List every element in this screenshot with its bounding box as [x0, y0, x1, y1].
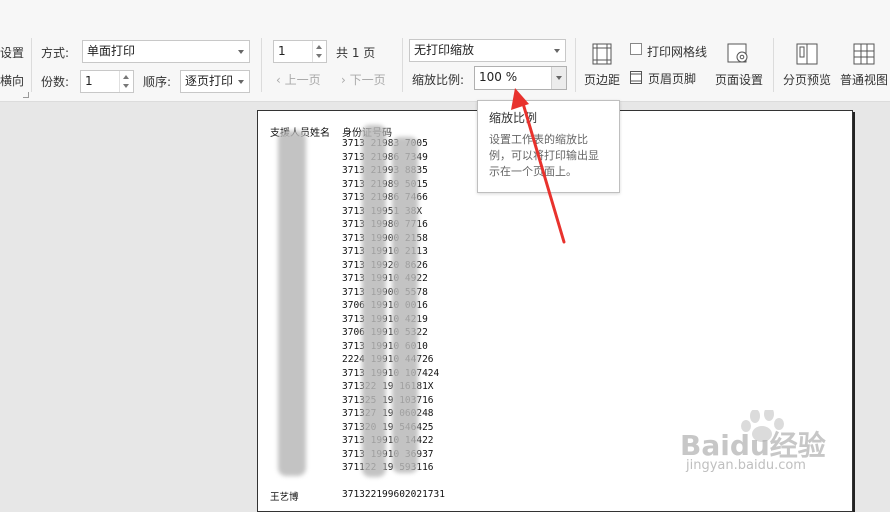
scale-ratio-tooltip: 缩放比例 设置工作表的缩放比 例，可以将打印输出显 示在一个页面上。 — [477, 100, 620, 193]
normal-view-label: 普通视图 — [839, 73, 888, 87]
prev-page-label: 上一页 — [284, 73, 321, 87]
id-number-cell: 2224 19910 44726 — [342, 354, 434, 365]
margins-label: 页边距 — [583, 73, 620, 87]
chevron-down-icon — [554, 49, 560, 53]
print-mode-label: 方式: — [41, 46, 70, 60]
print-mode-select[interactable]: 单面打印 — [82, 40, 250, 63]
header-footer-label: 页眉页脚 — [648, 72, 697, 86]
page-setup-gear-icon — [727, 43, 748, 63]
divider — [575, 38, 576, 92]
spinner-arrows-icon[interactable] — [312, 41, 326, 62]
scale-ratio-label: 缩放比例: — [412, 73, 465, 87]
divider — [402, 38, 403, 92]
baidu-jingyan-watermark: Baidu经验 jingyan.baidu.com — [680, 407, 880, 490]
spinner-arrows-icon[interactable] — [119, 71, 133, 92]
page-break-preview-button[interactable]: 分页预览 — [780, 43, 834, 88]
grid-icon — [853, 43, 875, 65]
id-number-cell: 3713 19910 107424 — [342, 367, 440, 379]
page-break-preview-label: 分页预览 — [782, 73, 831, 87]
id-number-cell: 371320 19 546425 — [342, 421, 434, 433]
print-gridlines-label[interactable]: 打印网格线 — [647, 43, 707, 60]
scaling-mode-value: 无打印缩放 — [414, 43, 475, 57]
id-number-cell: 371322 19 16181X — [342, 381, 434, 392]
chevron-right-icon: › — [341, 73, 346, 87]
tooltip-line: 设置工作表的缩放比 — [489, 133, 588, 146]
scale-ratio-value: 100 % — [479, 70, 518, 84]
page-break-preview-icon — [796, 43, 818, 65]
divider — [31, 38, 32, 92]
prev-page-button[interactable]: ‹ 上一页 — [276, 71, 321, 88]
tooltip-line: 例，可以将打印输出显 — [489, 149, 599, 162]
tooltip-title: 缩放比例 — [489, 111, 538, 125]
id-number-cell: 371325 19 103716 — [342, 394, 434, 406]
group-expand-corner-icon[interactable] — [23, 92, 29, 98]
id-number-cell: 371327 19 060248 — [342, 408, 434, 419]
normal-view-button[interactable]: 普通视图 — [838, 43, 890, 88]
scale-ratio-combobox[interactable]: 100 % — [474, 66, 567, 90]
divider — [261, 38, 262, 92]
chevron-left-icon: ‹ — [276, 73, 281, 87]
page-total-label: 共 1 页 — [336, 46, 376, 60]
page-setup-label: 页面设置 — [714, 73, 763, 87]
next-page-button[interactable]: › 下一页 — [341, 71, 386, 88]
copies-label: 份数: — [41, 75, 70, 89]
print-order-select[interactable]: 逐页打印 — [180, 70, 250, 93]
id-number-cell: 3713 19910 36937 — [342, 448, 434, 460]
scale-dropdown-button[interactable] — [551, 67, 566, 89]
bottom-row-name: 王艺博 — [270, 492, 299, 503]
bottom-row-id: 371322199602021731 — [342, 489, 445, 500]
watermark-url: jingyan.baidu.com — [686, 458, 806, 473]
chevron-down-icon — [556, 76, 562, 80]
page-number-stepper[interactable]: 1 — [273, 40, 327, 63]
print-gridlines-checkbox[interactable] — [630, 43, 642, 55]
cut-off-setting-label[interactable]: 设置 — [0, 44, 24, 61]
id-number-cell: 3713 19910 14422 — [342, 435, 434, 446]
copies-stepper[interactable]: 1 — [80, 70, 134, 93]
margins-button[interactable]: 页边距 — [582, 43, 622, 88]
margins-icon — [592, 43, 612, 65]
cut-off-orientation-label[interactable]: 横向 — [0, 72, 24, 89]
order-label: 顺序: — [143, 75, 172, 89]
redacted-ids-mosaic — [392, 137, 418, 473]
header-footer-icon — [630, 71, 642, 84]
copies-value: 1 — [85, 74, 93, 88]
print-preview-toolbar: 设置 横向 方式: 单面打印 份数: 1 顺序: 逐页打印 1 共 1 页 ‹ … — [0, 0, 890, 102]
id-number-cell: 371122 19 593116 — [342, 462, 434, 473]
chevron-down-icon — [238, 50, 244, 54]
chevron-down-icon — [238, 80, 244, 84]
redacted-names-mosaic — [278, 131, 306, 476]
next-page-label: 下一页 — [349, 73, 386, 87]
redacted-ids-mosaic — [362, 125, 386, 477]
page-setup-button[interactable]: 页面设置 — [710, 43, 768, 88]
print-mode-value: 单面打印 — [87, 44, 136, 58]
page-number-value: 1 — [278, 44, 286, 58]
divider — [773, 38, 774, 92]
print-order-value: 逐页打印 — [185, 74, 234, 88]
tooltip-line: 示在一个页面上。 — [489, 165, 577, 178]
scaling-mode-select[interactable]: 无打印缩放 — [409, 39, 566, 62]
